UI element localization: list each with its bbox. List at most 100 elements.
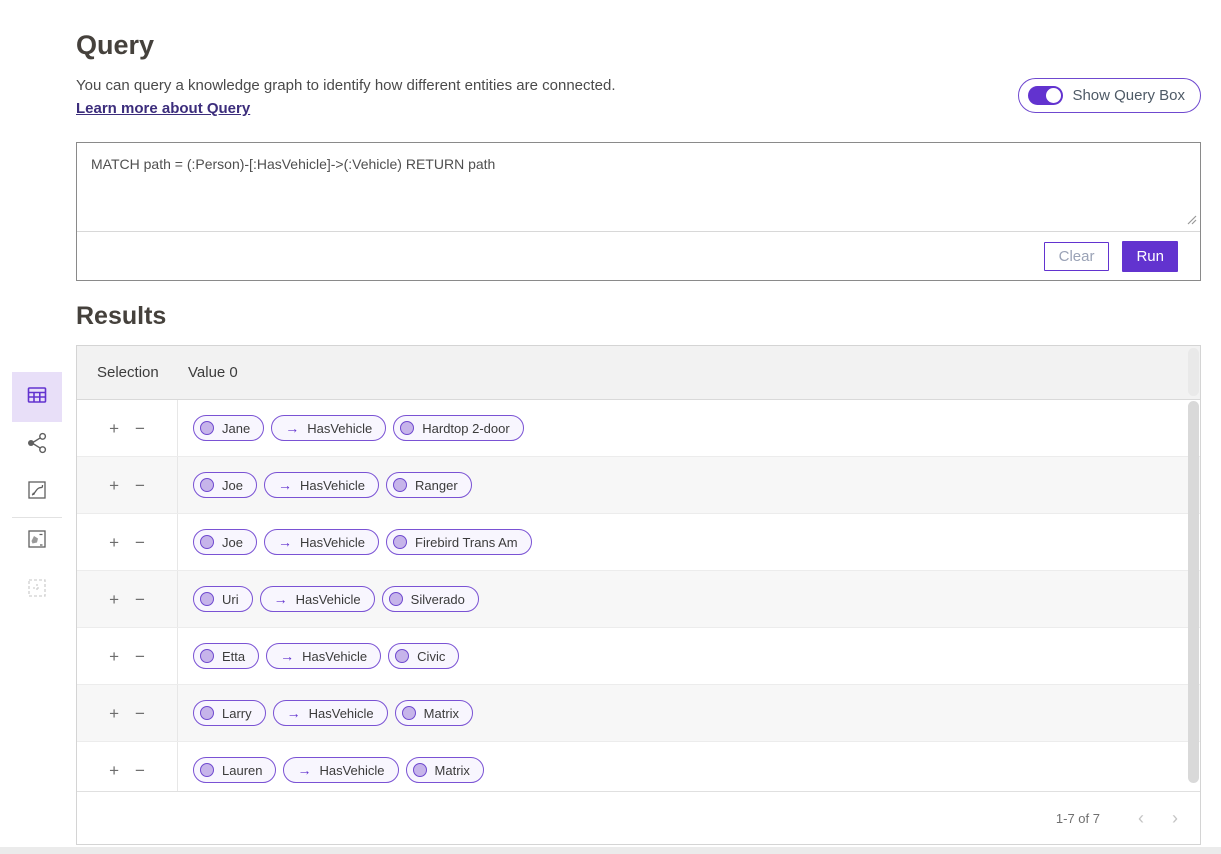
results-view-tabs <box>12 372 62 612</box>
resize-handle-icon[interactable] <box>1185 212 1197 228</box>
table-row: +− Joe → HasVehicle Ranger <box>77 457 1200 514</box>
page-bottom-edge <box>0 847 1221 854</box>
collapse-row-button[interactable]: − <box>135 591 145 608</box>
arrow-right-icon: → <box>278 535 292 549</box>
edge-pill[interactable]: →HasVehicle <box>260 586 375 612</box>
edge-pill[interactable]: →HasVehicle <box>283 757 398 783</box>
show-query-box-toggle[interactable]: Show Query Box <box>1018 78 1201 113</box>
arrow-right-icon: → <box>274 592 288 606</box>
selection-cell: +− <box>77 514 178 570</box>
edge-pill[interactable]: → HasVehicle <box>264 472 379 498</box>
tabs-divider <box>12 517 62 518</box>
tab-graph-view[interactable] <box>12 431 62 459</box>
node-pill[interactable]: Ranger <box>386 472 472 498</box>
pill-label: Lauren <box>222 763 262 778</box>
tab-widget-view-disabled <box>12 576 62 604</box>
collapse-row-button[interactable]: − <box>135 477 145 494</box>
scrollbar-thumb[interactable] <box>1188 401 1199 783</box>
node-pill[interactable]: Joe <box>193 529 257 555</box>
arrow-right-icon: → <box>280 649 294 663</box>
node-pill[interactable]: Jane <box>193 415 264 441</box>
column-header-value-0: Value 0 <box>178 364 1200 381</box>
value-cell: Lauren →HasVehicle Matrix <box>178 742 1200 791</box>
table-header: Selection Value 0 <box>77 346 1200 400</box>
pill-label: HasVehicle <box>300 478 365 493</box>
learn-more-link[interactable]: Learn more about Query <box>76 100 250 117</box>
node-icon <box>200 649 214 663</box>
value-cell: Larry →HasVehicle Matrix <box>178 685 1200 741</box>
run-button[interactable]: Run <box>1122 241 1178 272</box>
clear-button[interactable]: Clear <box>1044 242 1110 271</box>
query-box: MATCH path = (:Person)-[:HasVehicle]->(:… <box>76 142 1201 281</box>
chart-view-icon <box>26 479 48 506</box>
node-icon <box>200 421 214 435</box>
expand-row-button[interactable]: + <box>109 534 119 551</box>
node-icon <box>395 649 409 663</box>
chevron-right-icon: › <box>1172 808 1178 829</box>
node-pill[interactable]: Hardtop 2-door <box>393 415 523 441</box>
collapse-row-button[interactable]: − <box>135 648 145 665</box>
tab-table-view[interactable] <box>12 372 62 422</box>
expand-row-button[interactable]: + <box>109 420 119 437</box>
toggle-label: Show Query Box <box>1072 87 1185 104</box>
results-table: Selection Value 0 +−Jane→HasVehicleHardt… <box>76 345 1201 845</box>
toggle-knob <box>1046 88 1061 103</box>
node-pill[interactable]: Civic <box>388 643 459 669</box>
node-pill[interactable]: Matrix <box>406 757 484 783</box>
collapse-row-button[interactable]: − <box>135 705 145 722</box>
expand-row-button[interactable]: + <box>109 648 119 665</box>
node-pill[interactable]: Joe <box>193 472 257 498</box>
table-row: +− Joe →HasVehicle Firebird Trans Am <box>77 514 1200 571</box>
node-pill[interactable]: Uri <box>193 586 253 612</box>
selection-cell: +− <box>77 457 178 513</box>
edge-pill[interactable]: →HasVehicle <box>273 700 388 726</box>
prev-page-button[interactable]: ‹ <box>1130 807 1152 829</box>
node-icon <box>400 421 414 435</box>
pill-label: HasVehicle <box>302 649 367 664</box>
scrollbar-gutter <box>1188 348 1199 396</box>
pill-label: Joe <box>222 478 243 493</box>
node-pill[interactable]: Matrix <box>395 700 473 726</box>
rows-container: +−Jane→HasVehicleHardtop 2-door+−Joe→Has… <box>77 400 1200 791</box>
pill-label: Larry <box>222 706 252 721</box>
tab-chart-view[interactable] <box>12 478 62 506</box>
value-cell: Jane →HasVehicle Hardtop 2-door <box>178 400 1200 456</box>
collapse-row-button[interactable]: − <box>135 762 145 779</box>
graph-view-icon <box>25 431 49 460</box>
arrow-right-icon: → <box>278 478 292 492</box>
edge-pill[interactable]: → HasVehicle <box>266 643 381 669</box>
pill-label: Jane <box>222 421 250 436</box>
query-actions: Clear Run <box>77 232 1200 280</box>
node-pill[interactable]: Lauren <box>193 757 276 783</box>
pill-label: Silverado <box>411 592 465 607</box>
pill-label: Civic <box>417 649 445 664</box>
expand-row-button[interactable]: + <box>109 705 119 722</box>
expand-row-button[interactable]: + <box>109 591 119 608</box>
node-pill[interactable]: Silverado <box>382 586 479 612</box>
query-text: MATCH path = (:Person)-[:HasVehicle]->(:… <box>91 156 495 172</box>
expand-row-button[interactable]: + <box>109 762 119 779</box>
collapse-row-button[interactable]: − <box>135 420 145 437</box>
node-pill[interactable]: Firebird Trans Am <box>386 529 532 555</box>
collapse-row-button[interactable]: − <box>135 534 145 551</box>
selection-cell: +− <box>77 400 178 456</box>
query-description: You can query a knowledge graph to ident… <box>76 77 616 94</box>
tab-map-view[interactable] <box>12 527 62 555</box>
node-icon <box>389 592 403 606</box>
value-cell: Joe →HasVehicle Firebird Trans Am <box>178 514 1200 570</box>
page: Query You can query a knowledge graph to… <box>0 0 1221 854</box>
table-view-icon <box>26 384 48 411</box>
edge-pill[interactable]: →HasVehicle <box>271 415 386 441</box>
node-pill[interactable]: Etta <box>193 643 259 669</box>
node-pill[interactable]: Larry <box>193 700 266 726</box>
pill-label: Joe <box>222 535 243 550</box>
table-row: +− Uri →HasVehicle Silverado <box>77 571 1200 628</box>
selection-cell: +− <box>77 628 178 684</box>
table-body: +−Jane→HasVehicleHardtop 2-door+−Joe→Has… <box>77 400 1200 791</box>
expand-row-button[interactable]: + <box>109 477 119 494</box>
next-page-button[interactable]: › <box>1164 807 1186 829</box>
edge-pill[interactable]: →HasVehicle <box>264 529 379 555</box>
node-icon <box>200 706 214 720</box>
query-input[interactable]: MATCH path = (:Person)-[:HasVehicle]->(:… <box>77 143 1200 232</box>
arrow-right-icon: → <box>287 706 301 720</box>
